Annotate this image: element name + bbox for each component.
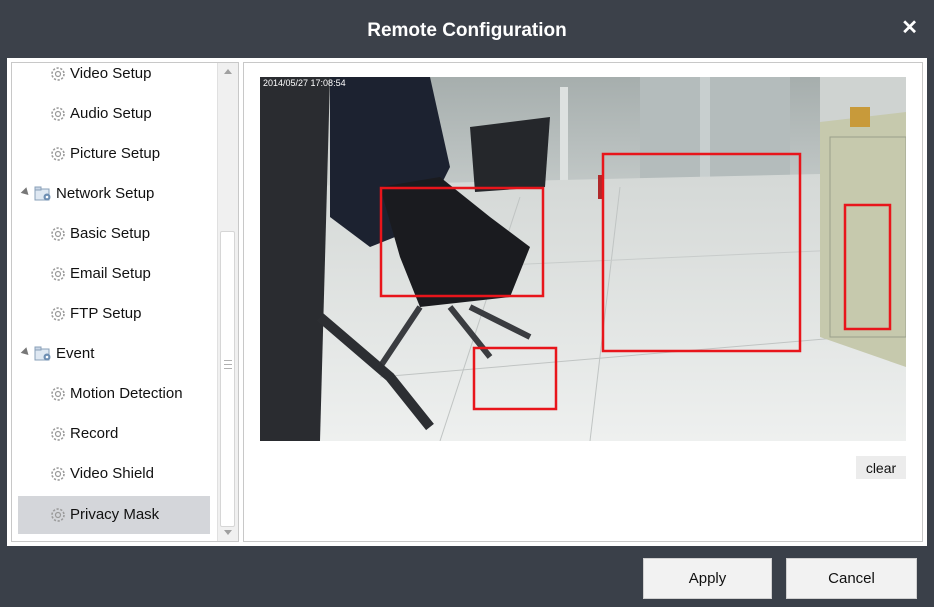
preview-timestamp: 2014/05/27 17:08:54: [263, 78, 346, 88]
tree-item-label: FTP Setup: [70, 305, 142, 322]
gear-icon: [51, 467, 65, 481]
tree-item-record[interactable]: Record: [12, 415, 210, 453]
tree-item-label: Network Setup: [56, 185, 155, 202]
tree-item-label: Audio Setup: [70, 105, 152, 122]
tree-item-label: Video Setup: [70, 65, 152, 82]
tree-item-label: Basic Setup: [70, 225, 151, 242]
tree-item-picture-setup[interactable]: Picture Setup: [12, 135, 210, 173]
tree-item-ftp-setup[interactable]: FTP Setup: [12, 295, 210, 333]
apply-button[interactable]: Apply: [643, 558, 772, 599]
tree-item-label: Video Shield: [70, 465, 154, 482]
gear-icon: [51, 227, 65, 241]
content-area: Video Setup Audio Setup Picture Setup Ne…: [7, 58, 927, 546]
dialog-footer: Apply Cancel: [0, 546, 934, 607]
tree-item-motion-detection[interactable]: Motion Detection: [12, 375, 210, 413]
clear-button[interactable]: clear: [856, 456, 906, 479]
gear-icon: [51, 508, 65, 522]
cancel-button[interactable]: Cancel: [786, 558, 917, 599]
tree-item-video-shield[interactable]: Video Shield: [12, 455, 210, 493]
close-icon[interactable]: ✕: [901, 18, 918, 38]
tree-item-label: Picture Setup: [70, 145, 161, 162]
grip-line: [224, 360, 232, 361]
gear-icon: [51, 147, 65, 161]
tree-item-label: Event: [56, 345, 95, 362]
event-folder-icon: [34, 346, 51, 361]
gear-icon: [51, 67, 65, 81]
tree-item-basic-setup[interactable]: Basic Setup: [12, 215, 210, 253]
remote-configuration-window: Remote Configuration ✕ Video Setup Audio…: [0, 0, 934, 607]
tree-item-audio-setup[interactable]: Audio Setup: [12, 95, 210, 133]
gear-icon: [51, 307, 65, 321]
gear-icon: [51, 427, 65, 441]
tree-item-label: Motion Detection: [70, 385, 183, 402]
tree-item-label: Record: [70, 425, 119, 442]
scroll-thumb[interactable]: [220, 231, 235, 527]
tree-scrollbar[interactable]: [217, 63, 238, 541]
scroll-down-icon[interactable]: [224, 530, 232, 535]
gear-icon: [51, 107, 65, 121]
settings-tree: Video Setup Audio Setup Picture Setup Ne…: [11, 62, 239, 542]
tree-item-privacy-mask[interactable]: Privacy Mask: [18, 496, 210, 534]
expand-arrow-icon[interactable]: [20, 347, 32, 358]
title-bar: Remote Configuration ✕: [0, 0, 934, 58]
gear-icon: [51, 267, 65, 281]
privacy-mask-panel: 2014/05/27 17:08:54 clear: [243, 62, 923, 542]
tree-item-network-setup[interactable]: Network Setup: [12, 175, 210, 213]
grip-line: [224, 368, 232, 369]
tree-item-label: Privacy Mask: [70, 506, 160, 523]
camera-preview[interactable]: 2014/05/27 17:08:54: [260, 77, 906, 441]
expand-arrow-icon[interactable]: [20, 187, 32, 198]
camera-scene: 2014/05/27 17:08:54: [260, 77, 906, 441]
grip-line: [224, 364, 232, 365]
network-folder-icon: [34, 186, 51, 201]
tree-item-event[interactable]: Event: [12, 335, 210, 373]
scroll-up-icon[interactable]: [224, 69, 232, 74]
tree-item-email-setup[interactable]: Email Setup: [12, 255, 210, 293]
tree-item-video-setup[interactable]: Video Setup: [12, 63, 210, 93]
tree-item-label: Email Setup: [70, 265, 151, 282]
window-title: Remote Configuration: [367, 20, 567, 41]
gear-icon: [51, 387, 65, 401]
